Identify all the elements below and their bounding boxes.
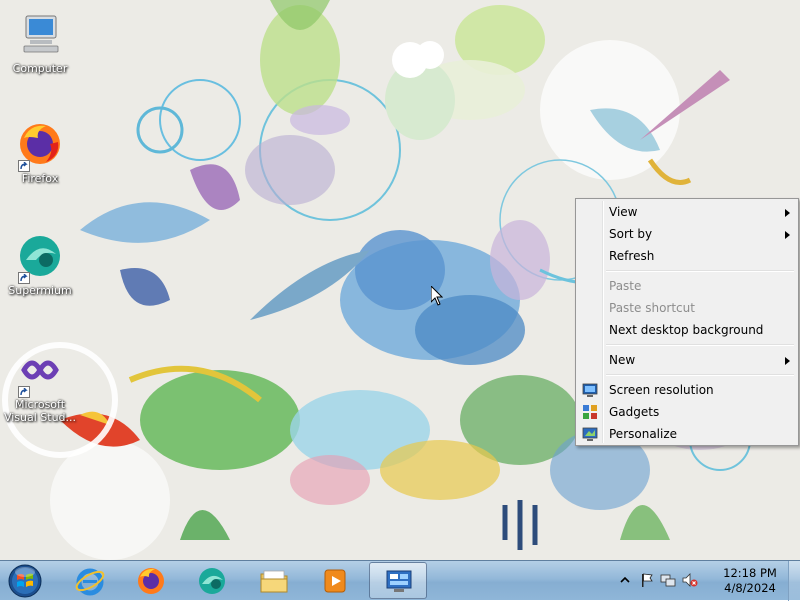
taskbar-media-player[interactable] (306, 562, 364, 599)
desktop-icon-label: Microsoft Visual Stud... (3, 398, 77, 424)
menu-item-paste-shortcut[interactable]: Paste shortcut (578, 297, 796, 319)
shortcut-arrow-icon (18, 272, 30, 284)
menu-item-label: Gadgets (609, 405, 660, 419)
computer-icon (16, 10, 64, 58)
personalize-icon (582, 427, 598, 441)
menu-item-personalize[interactable]: Personalize (578, 423, 796, 445)
menu-item-new[interactable]: New (578, 349, 796, 371)
start-button[interactable] (6, 562, 46, 600)
show-hidden-icons-chevron-icon[interactable] (617, 572, 633, 588)
submenu-arrow-icon (785, 357, 790, 365)
taskbar: 12:18 PM 4/8/2024 (0, 560, 800, 601)
menu-item-label: Sort by (609, 227, 653, 241)
menu-item-view[interactable]: View (578, 201, 796, 223)
clock-time: 12:18 PM (723, 566, 777, 580)
show-desktop-button[interactable] (788, 561, 800, 601)
taskbar-firefox[interactable] (122, 562, 180, 599)
start-orb-icon (8, 564, 42, 598)
internet-explorer-icon (75, 568, 105, 596)
menu-item-label: View (609, 205, 638, 219)
menu-item-screen-resolution[interactable]: Screen resolution (578, 379, 796, 401)
desktop-icon-supermium[interactable]: Supermium (0, 232, 80, 297)
supermium-icon (16, 232, 64, 284)
file-explorer-icon (260, 570, 288, 593)
menu-separator (606, 344, 794, 346)
menu-item-sort-by[interactable]: Sort by (578, 223, 796, 245)
clock-date: 4/8/2024 (724, 581, 776, 595)
screen-resolution-icon (582, 383, 598, 397)
menu-separator (606, 270, 794, 272)
desktop-icon-computer[interactable]: Computer (0, 10, 80, 75)
taskbar-internet-explorer[interactable] (61, 562, 119, 599)
desktop-icon-label: Firefox (21, 172, 59, 185)
taskbar-supermium[interactable] (183, 562, 241, 599)
visual-studio-icon (16, 346, 64, 398)
taskbar-file-explorer[interactable] (245, 562, 303, 599)
menu-item-gadgets[interactable]: Gadgets (578, 401, 796, 423)
mouse-cursor-icon (431, 286, 443, 306)
taskbar-control-panel[interactable] (369, 562, 427, 599)
taskbar-clock[interactable]: 12:18 PM 4/8/2024 (715, 566, 785, 596)
firefox-icon (16, 120, 64, 172)
menu-item-label: Paste shortcut (609, 301, 695, 315)
control-panel-icon (386, 570, 412, 592)
desktop-icon-label: Supermium (8, 284, 72, 297)
menu-item-label: Paste (609, 279, 642, 293)
submenu-arrow-icon (785, 209, 790, 217)
menu-item-label: Next desktop background (609, 323, 764, 337)
desktop-icon-firefox[interactable]: Firefox (0, 120, 80, 185)
media-player-icon (324, 569, 346, 593)
shortcut-arrow-icon (18, 160, 30, 172)
desktop-context-menu: View Sort by Refresh Paste Paste shortcu… (575, 198, 799, 446)
network-icon[interactable] (660, 572, 676, 588)
menu-item-label: Screen resolution (609, 383, 714, 397)
action-center-flag-icon[interactable] (639, 572, 655, 588)
shortcut-arrow-icon (18, 386, 30, 398)
menu-separator (606, 374, 794, 376)
supermium-icon (199, 568, 225, 594)
gadgets-icon (583, 405, 597, 419)
menu-item-label: Refresh (609, 249, 655, 263)
firefox-icon (138, 568, 164, 594)
desktop[interactable]: Computer Firefox Supermium Microsoft Vis… (0, 0, 800, 560)
menu-item-refresh[interactable]: Refresh (578, 245, 796, 267)
desktop-icon-label: Computer (12, 62, 68, 75)
menu-item-paste[interactable]: Paste (578, 275, 796, 297)
menu-item-next-desktop-background[interactable]: Next desktop background (578, 319, 796, 341)
submenu-arrow-icon (785, 231, 790, 239)
menu-item-label: New (609, 353, 636, 367)
menu-item-label: Personalize (609, 427, 678, 441)
desktop-icon-visual-studio[interactable]: Microsoft Visual Stud... (0, 346, 80, 424)
volume-muted-icon[interactable] (682, 572, 698, 588)
